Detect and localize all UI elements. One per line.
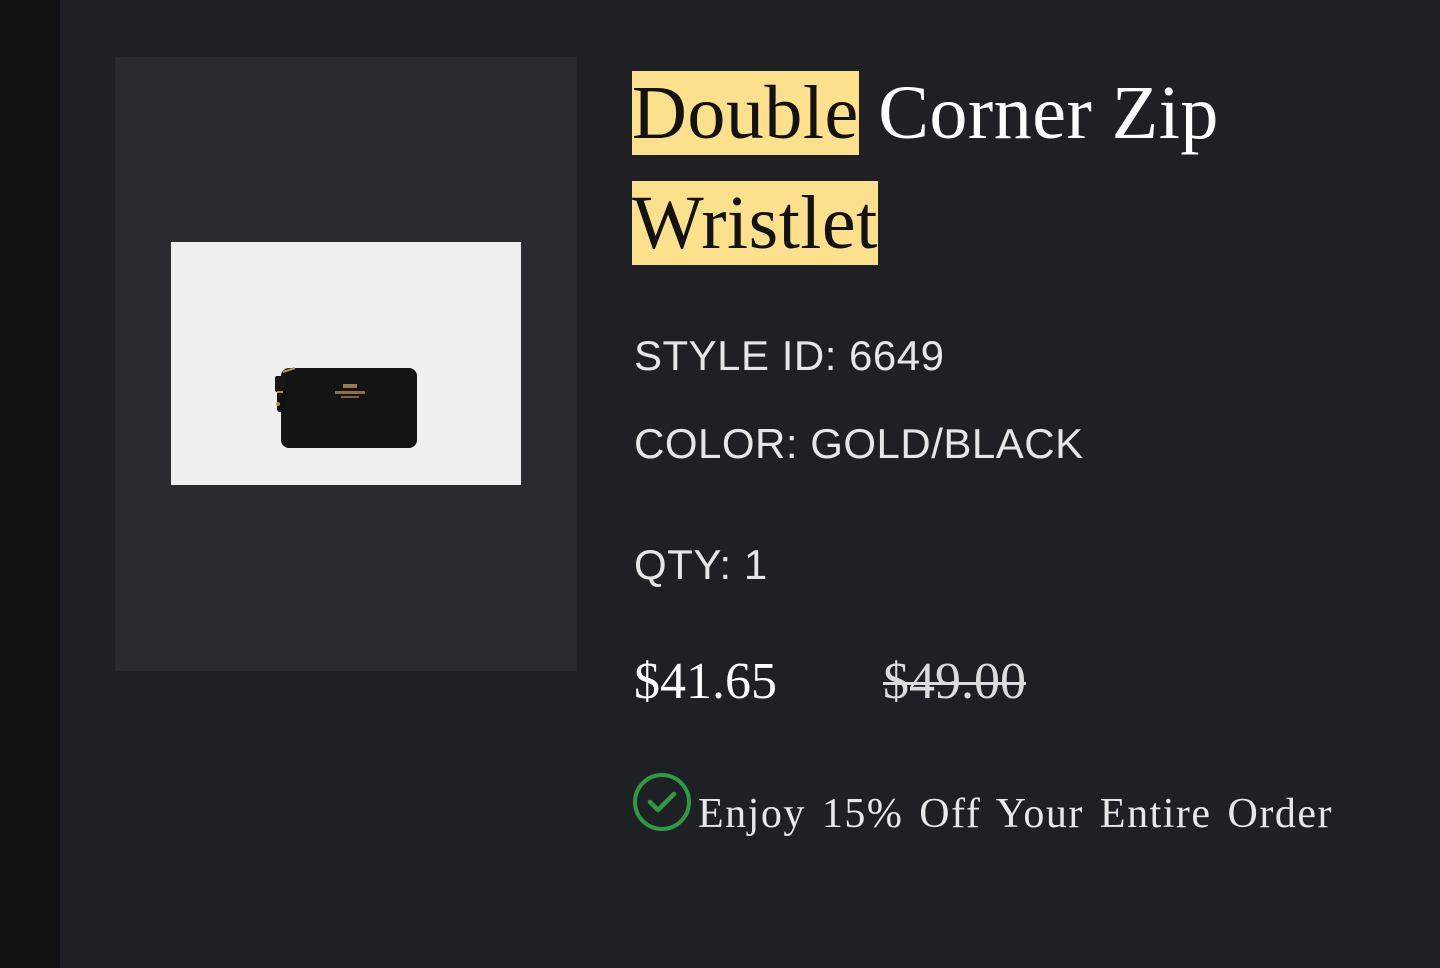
promo-text: Enjoy 15% Off Your Entire Order <box>698 791 1333 837</box>
quantity: QTY: 1 <box>634 541 768 588</box>
product-title[interactable]: Double Corner Zip Wristlet <box>632 58 1392 278</box>
original-price: $49.00 <box>883 653 1026 710</box>
title-highlight-wristlet: Wristlet <box>632 181 878 265</box>
title-highlight-double: Double <box>632 71 859 155</box>
product-color: COLOR: GOLD/BLACK <box>634 420 1084 467</box>
left-edge-strip <box>0 0 60 968</box>
check-circle-icon <box>633 773 691 831</box>
style-id: STYLE ID: 6649 <box>634 332 945 379</box>
wristlet-illustration <box>275 367 417 448</box>
title-corner-zip: Corner Zip <box>878 71 1219 155</box>
sale-price: $41.65 <box>634 653 777 710</box>
product-image[interactable] <box>171 242 521 485</box>
